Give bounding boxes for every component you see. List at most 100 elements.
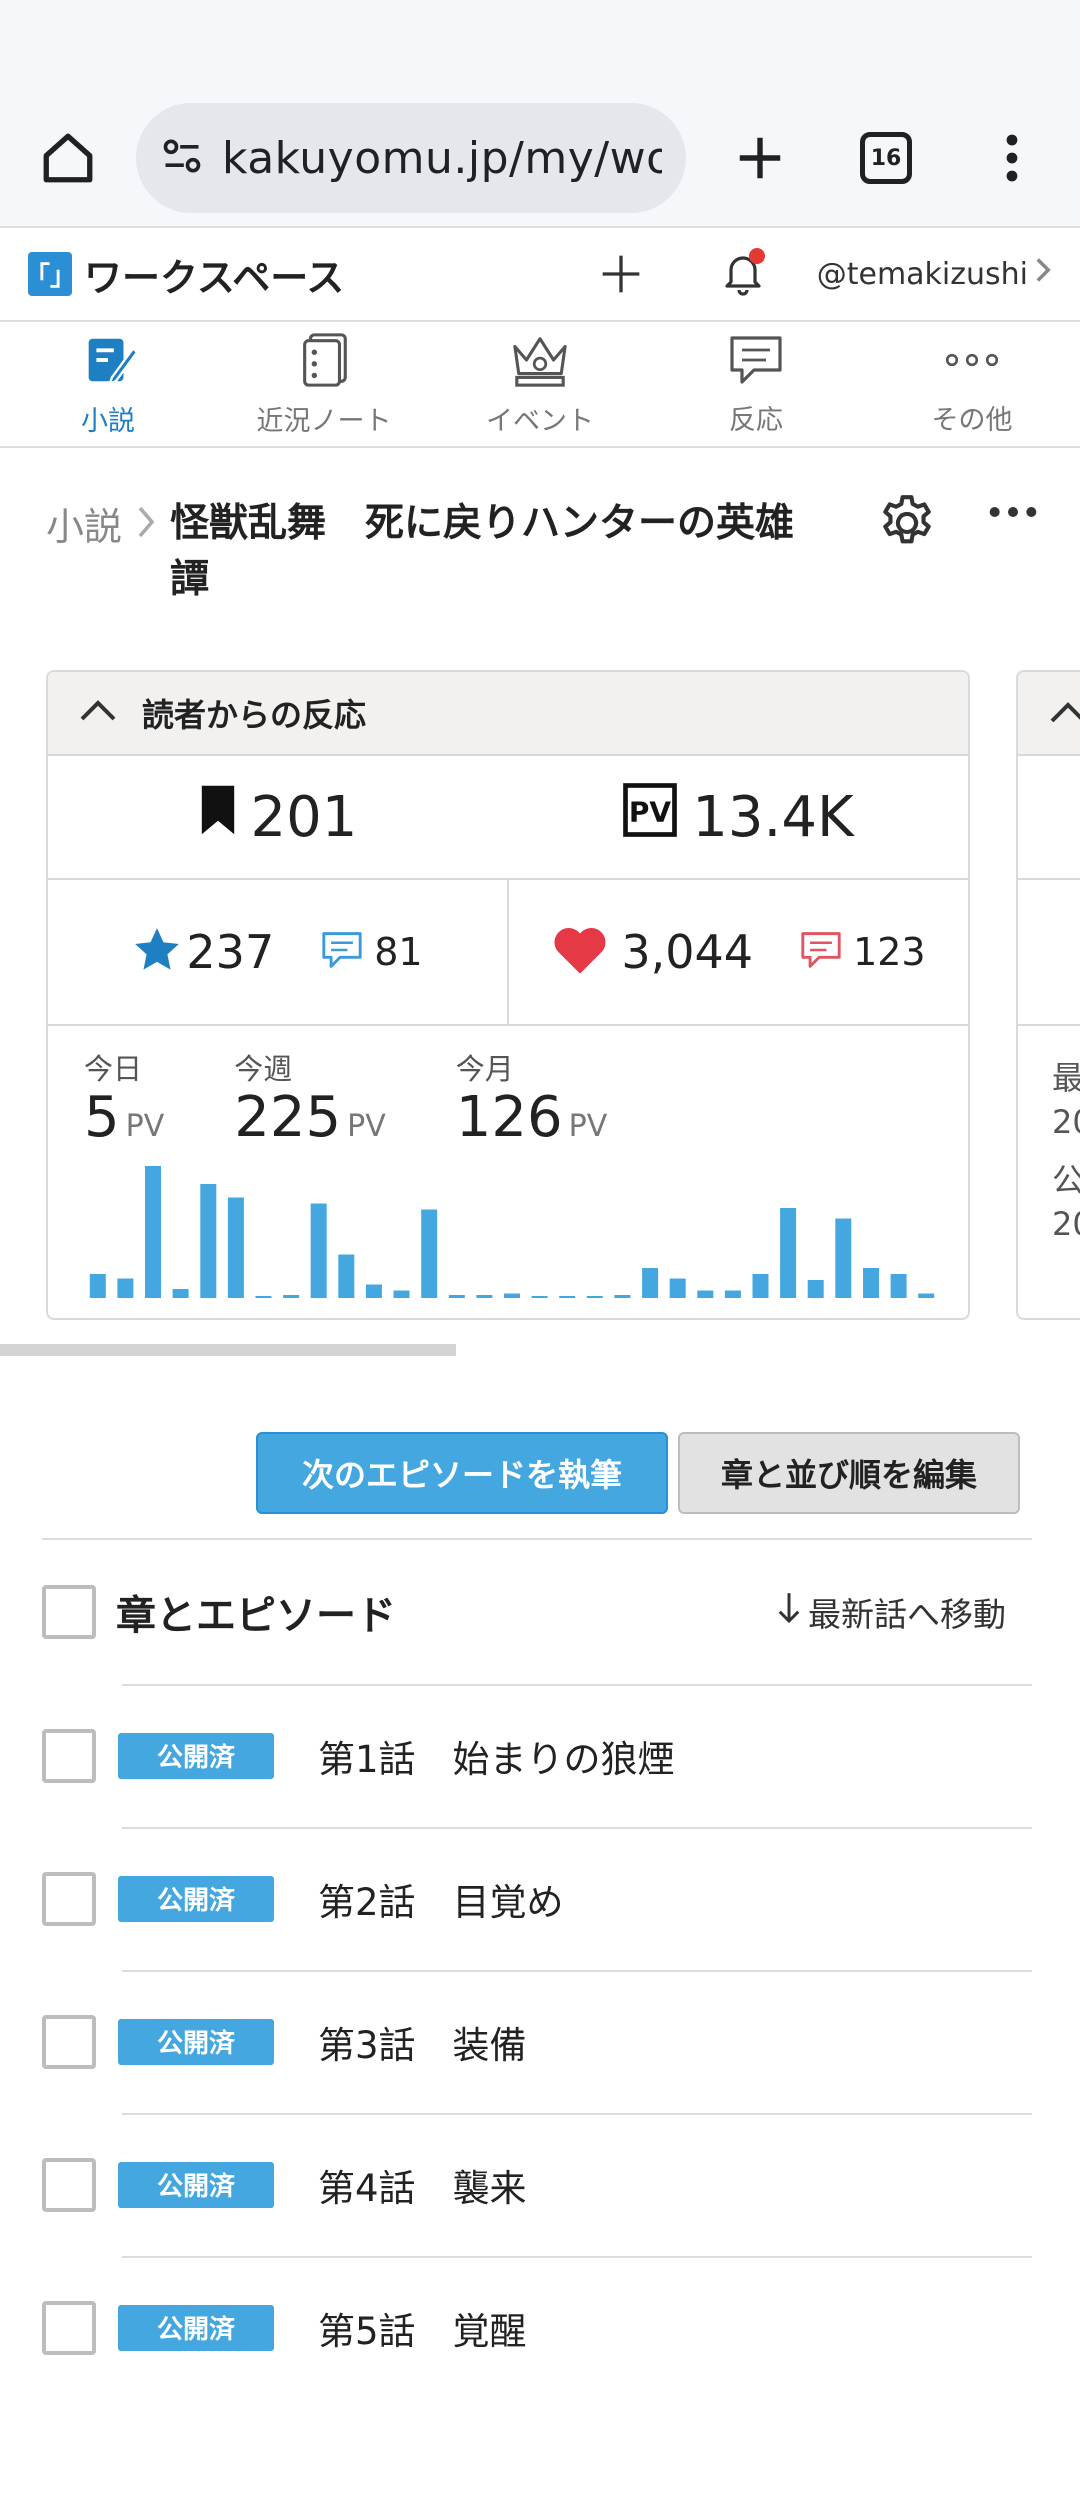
pv-month-value: 126 [455,1085,563,1150]
status-badge: 公開済 [118,2161,274,2208]
pv-bar [393,1290,410,1298]
pv-bar [200,1184,217,1298]
peek-row [1018,880,1080,1026]
episode-checkbox[interactable] [42,2014,96,2069]
list-item[interactable]: 公開済 第4話 襲来 [42,2113,1032,2256]
breadcrumb-root-link[interactable]: 小説 [46,496,122,638]
pv-week: 今週 225 PV [234,1046,386,1148]
novel-pen-icon [78,331,139,393]
episode-title[interactable]: 第2話 目覚め [318,1872,564,1926]
pv-bar [918,1293,935,1298]
more-options-icon[interactable] [988,504,1038,523]
tab-label: イベント [486,405,594,437]
home-icon[interactable] [28,118,108,198]
gear-icon[interactable] [876,492,938,558]
logo-icon[interactable]: 「」 [24,252,76,296]
comment-icon [799,930,843,974]
workspace-header: 「」 ワークスペース @temakizushi [0,228,1080,322]
status-badge: 公開済 [118,2018,274,2065]
new-tab-icon[interactable] [720,118,800,198]
list-item[interactable]: 公開済 第5話 覚醒 [42,2256,1032,2399]
tab-label: その他 [931,404,1013,436]
peek-text: 公 [1018,1158,1080,1202]
pv-bar [172,1289,189,1298]
episode-checkbox[interactable] [42,2157,96,2212]
episode-title[interactable]: 第4話 襲来 [318,2158,527,2212]
episode-title[interactable]: 第5話 覚醒 [318,2301,527,2355]
notification-bell-icon[interactable] [713,244,773,304]
jump-to-latest-link[interactable]: 最新話へ移動 [776,1588,1006,1636]
pv-bar [559,1296,576,1298]
episode-checkbox[interactable] [42,2300,96,2355]
stars-cell: 237 81 [48,880,507,1024]
pv-bar [365,1284,382,1298]
list-item[interactable]: 公開済 第1話 始まりの狼煙 [42,1684,1032,1827]
status-bar [0,0,1080,90]
pv-bar [283,1295,300,1298]
notification-dot [748,248,765,264]
tab-novel[interactable]: 小説 [0,322,216,446]
pv-bar [476,1295,493,1298]
peek-text: 20 [1052,1205,1080,1243]
tab-reactions[interactable]: 反応 [648,322,864,446]
pv-bar [531,1296,548,1298]
peek-row [1018,756,1080,880]
pv-month: 今月 126 PV [456,1046,608,1148]
tab-more[interactable]: その他 [864,322,1080,446]
episode-checkbox[interactable] [42,1728,96,1783]
pv-bar [835,1218,852,1298]
comment-icon [726,332,786,392]
pv-bar [614,1295,631,1298]
pv-bar [669,1278,686,1298]
card-title: 読者からの反応 [142,696,367,734]
tab-label: 近況ノート [256,405,392,437]
episode-title[interactable]: 第1話 始まりの狼煙 [318,1729,675,1783]
list-item[interactable]: 公開済 第3話 装備 [42,1970,1032,2113]
tab-events[interactable]: イベント [432,322,648,446]
episode-checkbox[interactable] [42,1871,96,1926]
write-next-episode-button[interactable]: 次のエピソードを執筆 [256,1432,668,1514]
hearts-cell: 3,044 123 [507,880,968,1024]
pv-bar [227,1197,244,1298]
pv-bar [863,1268,879,1298]
workspace-title[interactable]: ワークスペース [84,247,344,302]
list-title: 章とエピソード [116,1593,396,1639]
episode-title[interactable]: 第3話 装備 [318,2015,527,2069]
pv-bar [117,1278,134,1298]
pv-bar [807,1280,824,1298]
tab-switcher-button[interactable]: 16 [846,118,926,198]
bookmark-icon [199,783,237,851]
pv-bar [890,1274,907,1298]
edit-chapter-order-button[interactable]: 章と並び順を編集 [678,1432,1020,1514]
chevron-up-icon[interactable] [78,699,118,727]
user-menu[interactable]: @temakizushi [817,256,1052,292]
horizontal-scrollbar[interactable] [0,1344,456,1356]
pv-today-value: 5 [84,1085,120,1150]
pv-bar [642,1268,659,1298]
chevron-right-icon [1034,256,1052,292]
pv-week-value: 225 [234,1085,342,1150]
action-buttons: 次のエピソードを執筆 章と並び順を編集 [256,1432,1020,1514]
card-header[interactable]: 読者からの反応 [48,672,968,756]
browser-menu-icon[interactable] [972,118,1052,198]
heart-count: 3,044 [621,925,754,979]
pv-icon: PV [622,782,678,852]
list-item[interactable]: 公開済 第2話 目覚め [42,1827,1032,1970]
pv-bar [310,1203,327,1298]
next-card-peek[interactable]: 最 20 公 20 [1016,670,1080,1320]
pv-total-value: 13.4K [692,784,854,850]
arrow-down-icon [776,1591,802,1633]
svg-text:PV: PV [629,796,672,829]
select-all-checkbox[interactable] [42,1585,96,1639]
tab-count: 16 [860,132,912,184]
address-bar[interactable]: kakuyomu.jp/my/worl [136,103,686,213]
pv-bar [724,1290,741,1298]
star-icon [132,925,182,979]
bookmark-count: 201 [48,783,508,851]
pv-bar-chart [89,1166,935,1298]
site-settings-icon[interactable] [160,134,204,182]
tab-notes[interactable]: 近況ノート [216,322,432,446]
stats-carousel[interactable]: 読者からの反応 201 PV 13.4K 237 81 3,044 123 今日… [0,638,1080,1328]
add-icon[interactable] [591,244,651,304]
peek-text: 20 [1052,1103,1080,1141]
